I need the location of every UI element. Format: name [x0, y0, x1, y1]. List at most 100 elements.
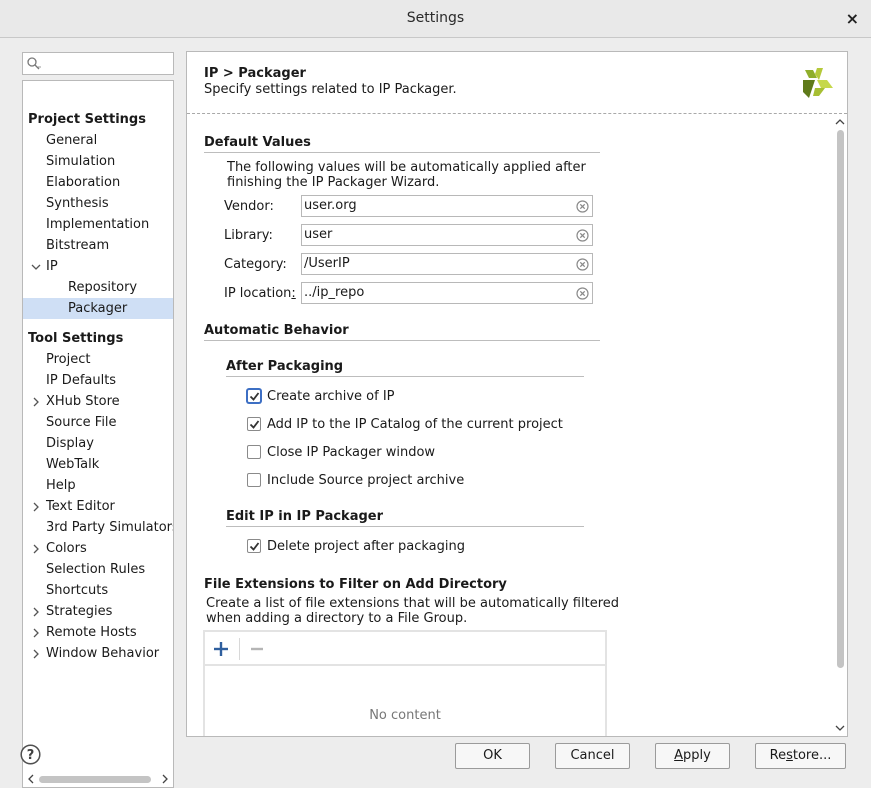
tree-item-synthesis[interactable]: Synthesis — [23, 193, 173, 214]
tree-horizontal-scrollbar[interactable] — [23, 771, 173, 787]
chevron-right-icon[interactable] — [30, 543, 42, 555]
tree-item-remote-hosts-label: Remote Hosts — [46, 625, 137, 640]
tree-item-simulation[interactable]: Simulation — [23, 151, 173, 172]
after-packaging-heading: After Packaging — [226, 359, 344, 374]
close-packager-checkbox-row[interactable]: Close IP Packager window — [247, 443, 435, 461]
chevron-down-icon[interactable] — [834, 722, 846, 734]
ip-location-label-text: IP location — [224, 286, 292, 301]
apply-button[interactable]: Apply — [655, 743, 730, 769]
restore-label-start: Re — [769, 748, 787, 763]
clear-icon[interactable] — [576, 258, 589, 271]
ok-button[interactable]: OK — [455, 743, 530, 769]
tree-item-colors[interactable]: Colors — [23, 538, 173, 559]
category-field[interactable]: /UserIP — [301, 253, 593, 275]
tree-item-general[interactable]: General — [23, 130, 173, 151]
default-values-heading: Default Values — [204, 135, 311, 150]
breadcrumb: IP > Packager — [204, 66, 306, 81]
add-icon[interactable] — [211, 639, 231, 659]
create-archive-checkbox[interactable] — [247, 389, 261, 403]
clear-icon[interactable] — [576, 287, 589, 300]
settings-content-panel: IP > Packager Specify settings related t… — [186, 51, 848, 737]
tree-item-text-editor-label: Text Editor — [46, 499, 115, 514]
tree-item-ip[interactable]: IP — [23, 256, 173, 277]
tree-item-strategies[interactable]: Strategies — [23, 601, 173, 622]
chevron-right-icon[interactable] — [30, 396, 42, 408]
tree-item-project[interactable]: Project — [23, 349, 173, 370]
library-field[interactable]: user — [301, 224, 593, 246]
checkmark-icon — [249, 542, 260, 551]
tree-item-xhub-store[interactable]: XHub Store — [23, 391, 173, 412]
scrollbar-thumb[interactable] — [39, 776, 151, 783]
restore-button[interactable]: Restore... — [755, 743, 846, 769]
tree-item-shortcuts[interactable]: Shortcuts — [23, 580, 173, 601]
checkmark-icon — [249, 420, 260, 429]
tree-item-elaboration[interactable]: Elaboration — [23, 172, 173, 193]
add-to-catalog-checkbox[interactable] — [247, 417, 261, 431]
chevron-right-icon[interactable] — [30, 501, 42, 513]
empty-list-message: No content — [369, 708, 441, 723]
tree-item-text-editor[interactable]: Text Editor — [23, 496, 173, 517]
close-icon[interactable]: × — [846, 9, 859, 28]
svg-text:?: ? — [27, 748, 35, 763]
file-extensions-list[interactable]: No content — [203, 630, 607, 736]
tree-item-strategies-label: Strategies — [46, 604, 113, 619]
close-packager-label: Close IP Packager window — [267, 444, 436, 460]
list-toolbar — [205, 632, 605, 666]
automatic-behavior-heading: Automatic Behavior — [204, 323, 349, 338]
include-source-checkbox[interactable] — [247, 473, 261, 487]
checkmark-icon — [249, 392, 260, 401]
add-to-catalog-checkbox-row[interactable]: Add IP to the IP Catalog of the current … — [247, 415, 563, 433]
tree-item-implementation[interactable]: Implementation — [23, 214, 173, 235]
file-extensions-desc-line1: Create a list of file extensions that wi… — [206, 596, 620, 611]
clear-icon[interactable] — [576, 200, 589, 213]
section-divider — [204, 340, 600, 341]
category-value: /UserIP — [304, 256, 350, 271]
chevron-right-icon[interactable] — [30, 606, 42, 618]
vendor-value: user.org — [304, 198, 357, 213]
clear-icon[interactable] — [576, 229, 589, 242]
tree-item-remote-hosts[interactable]: Remote Hosts — [23, 622, 173, 643]
tree-item-source-file[interactable]: Source File — [23, 412, 173, 433]
tree-item-colors-label: Colors — [46, 541, 87, 556]
ip-location-value: ../ip_repo — [304, 285, 365, 300]
cancel-button[interactable]: Cancel — [555, 743, 630, 769]
scrollbar-thumb[interactable] — [837, 130, 844, 668]
tree-item-packager[interactable]: Packager — [23, 298, 173, 319]
tree-item-window-behavior[interactable]: Window Behavior — [23, 643, 173, 664]
page-description: Specify settings related to IP Packager. — [204, 82, 457, 97]
chevron-down-icon[interactable] — [30, 261, 42, 273]
search-input[interactable] — [22, 52, 174, 75]
tree-item-repository[interactable]: Repository — [23, 277, 173, 298]
include-source-checkbox-row[interactable]: Include Source project archive — [247, 471, 464, 489]
tree-item-ip-label: IP — [46, 259, 58, 274]
ip-location-field[interactable]: ../ip_repo — [301, 282, 593, 304]
delete-project-checkbox-row[interactable]: Delete project after packaging — [247, 537, 465, 555]
tree-item-ip-defaults[interactable]: IP Defaults — [23, 370, 173, 391]
vendor-label: Vendor: — [224, 199, 274, 214]
tree-item-bitstream[interactable]: Bitstream — [23, 235, 173, 256]
tree-item-help[interactable]: Help — [23, 475, 173, 496]
default-values-intro-line1: The following values will be automatical… — [227, 160, 586, 175]
tree-item-window-behavior-label: Window Behavior — [46, 646, 160, 661]
ip-location-label-mnemonic: : — [291, 286, 296, 301]
chevron-right-icon[interactable] — [159, 773, 171, 785]
remove-icon[interactable] — [247, 639, 267, 659]
chevron-up-icon[interactable] — [834, 116, 846, 128]
close-packager-checkbox[interactable] — [247, 445, 261, 459]
tree-item-selection-rules[interactable]: Selection Rules — [23, 559, 173, 580]
chevron-left-icon[interactable] — [25, 773, 37, 785]
delete-project-checkbox[interactable] — [247, 539, 261, 553]
settings-tree: Project Settings General Simulation Elab… — [22, 80, 174, 788]
content-vertical-scrollbar[interactable] — [833, 114, 847, 736]
apply-mnemonic: A — [674, 748, 684, 763]
chevron-right-icon[interactable] — [30, 627, 42, 639]
help-icon[interactable]: ? — [20, 744, 41, 765]
chevron-right-icon[interactable] — [30, 648, 42, 660]
tree-item-3rd-party-simulators[interactable]: 3rd Party Simulators — [23, 517, 173, 538]
toolbar-separator — [239, 638, 240, 660]
create-archive-checkbox-row[interactable]: Create archive of IP — [247, 387, 395, 405]
tree-item-webtalk[interactable]: WebTalk — [23, 454, 173, 475]
search-icon — [27, 57, 41, 70]
vendor-field[interactable]: user.org — [301, 195, 593, 217]
tree-item-display[interactable]: Display — [23, 433, 173, 454]
